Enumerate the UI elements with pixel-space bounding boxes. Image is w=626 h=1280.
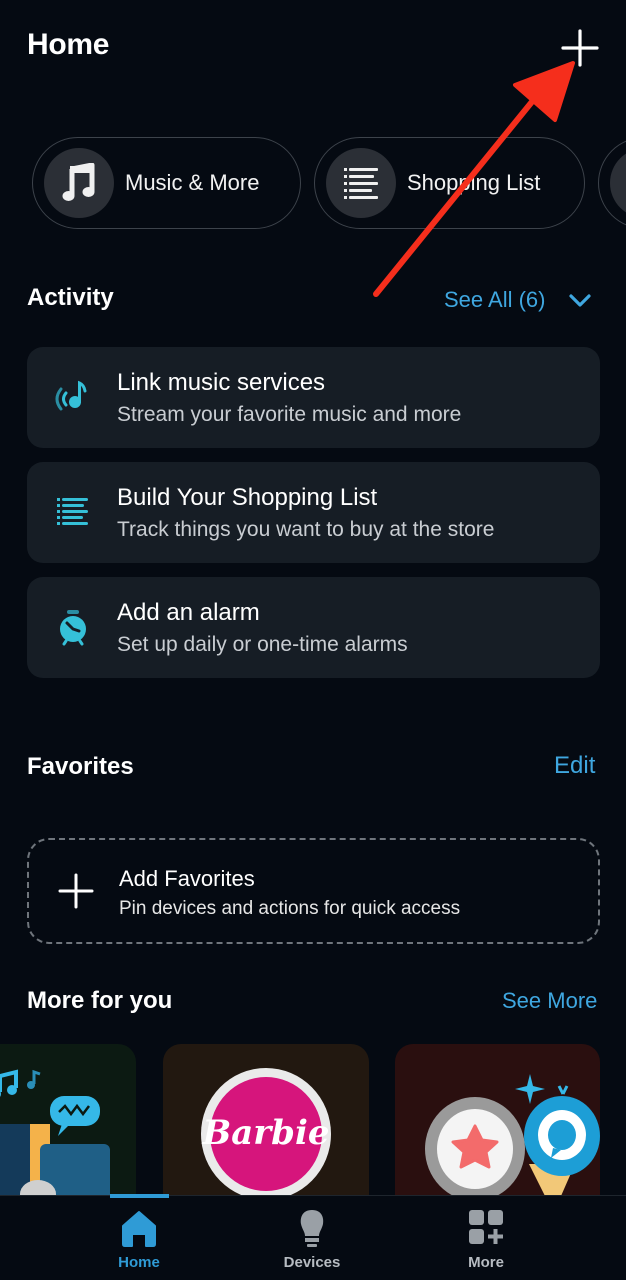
activity-card-shopping-list[interactable]: Build Your Shopping List Track things yo… (27, 462, 600, 563)
activity-title-text: Add an alarm (117, 599, 260, 626)
alexa-favorites-illustration (425, 1074, 600, 1196)
alarm-clock-icon (60, 610, 86, 646)
tab-label: Devices (283, 1254, 341, 1271)
chip-icon-circle (326, 148, 396, 218)
chip-icon-circle (44, 148, 114, 218)
promo-card-barbie[interactable]: Barbie (163, 1044, 369, 1196)
activity-card-link-music[interactable]: Link music services Stream your favorite… (27, 347, 600, 448)
edit-favorites-link[interactable]: Edit (554, 752, 595, 780)
header: Home (0, 0, 626, 100)
see-all-link[interactable]: See All (6) (444, 287, 546, 313)
list-icon (344, 168, 378, 199)
lightbulb-icon (300, 1210, 324, 1247)
music-promo-illustration (0, 1069, 110, 1196)
active-tab-indicator (110, 1194, 169, 1198)
plus-icon (561, 29, 599, 67)
activity-title: Activity (27, 284, 114, 311)
chip-icon-circle (610, 148, 626, 218)
see-more-link[interactable]: See More (502, 988, 597, 1014)
quick-chips: Music & More Shopping List (32, 137, 626, 229)
chip-music-and-more[interactable]: Music & More (32, 137, 301, 229)
promo-card-favorites[interactable] (395, 1044, 600, 1196)
see-all-label: See All (6) (444, 287, 546, 312)
list-icon (57, 498, 88, 525)
chip-label: Music & More (125, 170, 260, 195)
chip-partial[interactable] (598, 137, 626, 229)
plus-icon (58, 873, 94, 909)
chip-shopping-list[interactable]: Shopping List (314, 137, 585, 229)
tab-home[interactable]: Home (79, 1196, 199, 1280)
activity-title-text: Link music services (117, 369, 326, 396)
add-favorites-title: Add Favorites (119, 866, 255, 891)
activity-subtitle-text: Track things you want to buy at the stor… (117, 518, 495, 541)
music-stream-icon (55, 380, 87, 411)
chevron-down-icon[interactable] (568, 292, 592, 310)
more-for-you-title: More for you (27, 987, 173, 1014)
add-favorites-button[interactable]: Add Favorites Pin devices and actions fo… (27, 838, 600, 944)
tab-label: More (468, 1254, 504, 1271)
activity-card-add-alarm[interactable]: Add an alarm Set up daily or one-time al… (27, 577, 600, 678)
barbie-device-illustration: Barbie (201, 1068, 331, 1196)
tab-devices[interactable]: Devices (252, 1196, 372, 1280)
chip-label: Shopping List (407, 170, 541, 195)
page-title: Home (27, 28, 110, 61)
activity-subtitle-text: Set up daily or one-time alarms (117, 633, 408, 656)
promo-card-music[interactable] (0, 1044, 136, 1196)
activity-subtitle-text: Stream your favorite music and more (117, 403, 462, 426)
music-note-icon (62, 163, 95, 201)
favorites-title: Favorites (27, 753, 134, 780)
tab-more[interactable]: More (426, 1196, 546, 1280)
grid-plus-icon (469, 1210, 503, 1244)
add-button[interactable] (560, 28, 600, 68)
activity-title-text: Build Your Shopping List (117, 484, 378, 511)
tab-label: Home (118, 1254, 160, 1271)
home-icon (122, 1211, 156, 1247)
barbie-logo-text: Barbie (201, 1113, 329, 1153)
add-favorites-subtitle: Pin devices and actions for quick access (119, 898, 461, 919)
bottom-tabbar: Home Devices More (0, 1196, 626, 1280)
